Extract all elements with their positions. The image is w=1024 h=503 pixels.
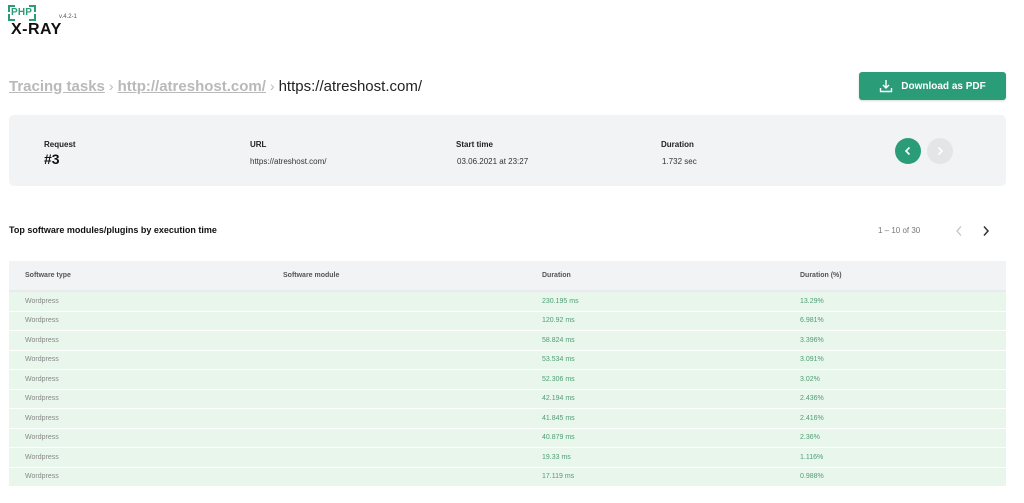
cell-duration-percent: 13.29% <box>800 297 824 305</box>
request-column: Request #3 <box>44 140 76 167</box>
cell-duration: 230.195 ms <box>542 297 579 305</box>
cell-software-type: Wordpress <box>25 317 59 325</box>
pagination-next-button[interactable] <box>980 224 992 238</box>
duration-label: Duration <box>661 140 694 149</box>
url-label: URL <box>250 140 267 149</box>
cell-software-type: Wordpress <box>25 297 59 305</box>
cell-duration-percent: 2.416% <box>800 414 824 422</box>
cell-duration: 40.879 ms <box>542 434 575 442</box>
php-xray-logo[interactable]: PHP X-RAY v.4.2-1 <box>8 5 78 39</box>
chevron-right-icon <box>937 146 944 156</box>
previous-request-button[interactable] <box>895 138 921 164</box>
chevron-left-icon <box>956 226 962 236</box>
breadcrumb: Tracing tasks › http://atreshost.com/ › … <box>9 76 422 96</box>
url-column: URL https://atreshost.com/ <box>250 140 326 166</box>
version-label: v.4.2-1 <box>59 14 77 20</box>
table-row[interactable]: Wordpress 120.92 ms 6.981% <box>9 311 1006 331</box>
cell-software-type: Wordpress <box>25 434 59 442</box>
cell-software-type: Wordpress <box>25 453 59 461</box>
breadcrumb-domain[interactable]: http://atreshost.com/ <box>118 78 266 95</box>
cell-software-type: Wordpress <box>25 414 59 422</box>
start-time-value: 03.06.2021 at 23:27 <box>457 157 529 166</box>
cell-software-type: Wordpress <box>25 356 59 364</box>
cell-duration: 120.92 ms <box>542 317 575 325</box>
table-row[interactable]: Wordpress 230.195 ms 13.29% <box>9 292 1006 312</box>
pagination-previous-button[interactable] <box>953 224 965 238</box>
duration-column: Duration 1.732 sec <box>661 140 697 166</box>
breadcrumb-separator-icon: › <box>108 78 114 94</box>
column-header-software-type[interactable]: Software type <box>25 272 71 279</box>
table-body: Wordpress 230.195 ms 13.29% Wordpress 120.92… <box>9 292 1006 487</box>
cell-duration-percent: 6.981% <box>800 317 824 325</box>
download-icon <box>880 80 893 93</box>
cell-duration: 52.306 ms <box>542 375 575 383</box>
next-request-button[interactable] <box>927 138 953 164</box>
cell-duration: 41.845 ms <box>542 414 575 422</box>
start-time-column: Start time 03.06.2021 at 23:27 <box>456 140 528 166</box>
table-row[interactable]: Wordpress 40.879 ms 2.36% <box>9 428 1006 448</box>
url-value: https://atreshost.com/ <box>250 157 327 166</box>
cell-software-type: Wordpress <box>25 375 59 383</box>
download-pdf-label: Download as PDF <box>901 80 986 92</box>
cell-software-type: Wordpress <box>25 395 59 403</box>
modules-table: Software type Software module Duration D… <box>9 261 1006 487</box>
table-row[interactable]: Wordpress 58.824 ms 3.396% <box>9 331 1006 351</box>
table-row[interactable]: Wordpress 17.119 ms 0.988% <box>9 467 1006 487</box>
cell-duration: 17.119 ms <box>542 473 575 481</box>
column-header-duration[interactable]: Duration <box>542 272 571 279</box>
cell-duration: 19.33 ms <box>542 453 571 461</box>
logo-xray-text: X-RAY <box>11 21 62 38</box>
start-time-label: Start time <box>456 140 493 149</box>
download-pdf-button[interactable]: Download as PDF <box>859 72 1006 100</box>
request-info-card: Request #3 URL https://atreshost.com/ St… <box>9 115 1006 186</box>
chevron-right-icon <box>983 226 990 236</box>
cell-duration: 58.824 ms <box>542 336 575 344</box>
cell-duration-percent: 0.988% <box>800 473 824 481</box>
table-row[interactable]: Wordpress 53.534 ms 3.091% <box>9 350 1006 370</box>
duration-value: 1.732 sec <box>662 157 697 166</box>
cell-duration-percent: 2.436% <box>800 395 824 403</box>
request-label: Request <box>44 140 76 149</box>
cell-duration: 42.194 ms <box>542 395 575 403</box>
logo-php-text: PHP <box>11 7 33 18</box>
cell-software-type: Wordpress <box>25 336 59 344</box>
cell-duration-percent: 3.396% <box>800 336 824 344</box>
cell-duration-percent: 3.091% <box>800 356 824 364</box>
table-row[interactable]: Wordpress 41.845 ms 2.416% <box>9 409 1006 429</box>
cell-duration-percent: 2.36% <box>800 434 820 442</box>
pagination-range: 1 – 10 of 30 <box>878 226 921 235</box>
cell-duration: 53.534 ms <box>542 356 575 364</box>
table-row[interactable]: Wordpress 52.306 ms 3.02% <box>9 370 1006 390</box>
column-header-duration-percent[interactable]: Duration (%) <box>800 272 842 279</box>
table-header: Software type Software module Duration D… <box>9 261 1006 292</box>
cell-duration-percent: 3.02% <box>800 375 820 383</box>
table-row[interactable]: Wordpress 42.194 ms 2.436% <box>9 389 1006 409</box>
column-header-software-module[interactable]: Software module <box>283 272 339 279</box>
breadcrumb-current: https://atreshost.com/ <box>278 77 422 95</box>
cell-software-type: Wordpress <box>25 473 59 481</box>
breadcrumb-tracing-tasks[interactable]: Tracing tasks <box>9 78 105 95</box>
section-title: Top software modules/plugins by executio… <box>9 225 217 235</box>
cell-duration-percent: 1.116% <box>800 453 824 461</box>
table-row[interactable]: Wordpress 19.33 ms 1.116% <box>9 448 1006 468</box>
chevron-left-icon <box>904 146 911 156</box>
request-number: #3 <box>44 151 60 167</box>
breadcrumb-separator-icon: › <box>269 78 275 94</box>
